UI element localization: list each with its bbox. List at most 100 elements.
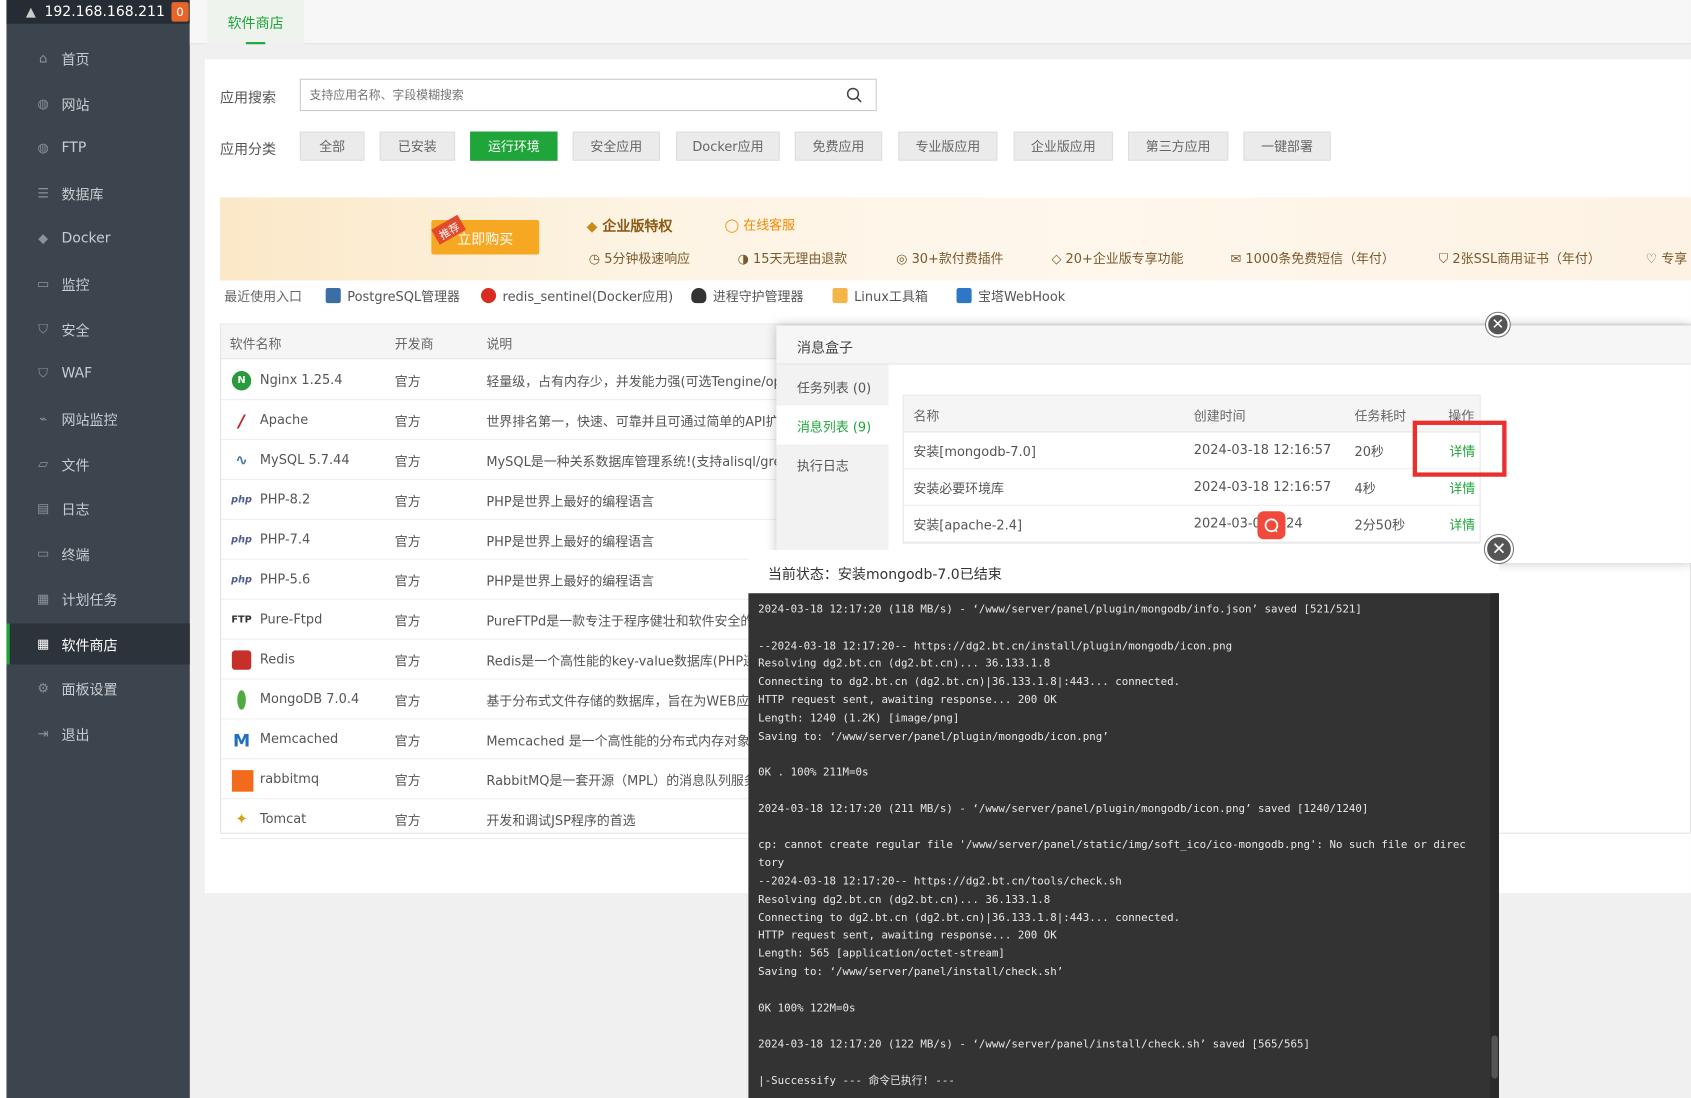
table-row[interactable]: M Memcached 官方 Memcached 是一个高性能的分布式内存对象缓存系统: [221, 719, 782, 760]
software-desc: 世界排名第一，快速、可靠并且可通过简单的API扩充: [486, 414, 778, 430]
mail-icon: ✉: [1230, 251, 1246, 267]
software-desc: 基于分布式文件存储的数据库，旨在为WEB应用提供: [486, 693, 778, 709]
search-bubble-icon[interactable]: [1257, 511, 1286, 540]
nav-logs[interactable]: ▤ 日志: [6, 488, 189, 529]
recent-webhook[interactable]: 宝塔WebHook: [956, 287, 1065, 305]
table-row[interactable]: php PHP-5.6 官方 PHP是世界上最好的编程语言: [221, 560, 782, 600]
nav-home[interactable]: ⌂ 首页: [6, 38, 189, 79]
software-name: Nginx 1.25.4: [259, 372, 343, 388]
nav-label: 退出: [61, 727, 90, 744]
tomcat-icon: ✦: [235, 811, 248, 829]
details-link[interactable]: 详情: [1449, 516, 1475, 534]
perk-text: 15天无理由退款: [753, 251, 848, 267]
category-pro[interactable]: 专业版应用: [898, 131, 998, 161]
tab-task-list[interactable]: 任务列表 (0): [776, 367, 888, 406]
table-row[interactable]: MongoDB 7.0.4 官方 基于分布式文件存储的数据库，旨在为WEB应用提供: [221, 680, 782, 720]
gear-icon: ⚙: [37, 680, 49, 696]
monitor-icon: ▭: [37, 276, 50, 292]
nav-cron[interactable]: ▦ 计划任务: [6, 578, 189, 619]
perk-item: ✉ 1000条免费短信（年付）: [1230, 249, 1394, 267]
category-installed[interactable]: 已安装: [379, 131, 456, 161]
nav-settings[interactable]: ⚙ 面板设置: [6, 668, 189, 709]
perk-text: 2张SSL商用证书（年付）: [1452, 251, 1601, 267]
calendar-icon: ▦: [37, 591, 50, 607]
close-icon[interactable]: ✕: [1484, 534, 1513, 564]
database-icon: ☰: [37, 185, 49, 201]
nav-label: 面板设置: [61, 682, 118, 699]
category-runtime[interactable]: 运行环境: [470, 131, 558, 161]
recent-text: 进程守护管理器: [712, 289, 804, 305]
server-header[interactable]: ▲ 192.168.168.211 0: [6, 0, 190, 24]
category-all[interactable]: 全部: [299, 131, 365, 161]
category-docker[interactable]: Docker应用: [676, 131, 780, 161]
table-row[interactable]: / Apache 官方 世界排名第一，快速、可靠并且可通过简单的API扩充: [221, 400, 782, 441]
recent-linux-tools[interactable]: Linux工具箱: [832, 287, 928, 305]
table-row[interactable]: ✦ Tomcat 官方 开发和调试JSP程序的首选: [221, 799, 782, 840]
search-label: 应用搜索: [219, 90, 277, 107]
nav-security[interactable]: ⛉ 安全: [6, 308, 189, 349]
server-icon: ▲: [25, 4, 36, 20]
nav-database[interactable]: ☰ 数据库: [6, 173, 189, 214]
chat-icon: ◯: [724, 217, 744, 233]
software-desc: Memcached 是一个高性能的分布式内存对象缓存系统: [486, 733, 778, 749]
diamond-icon: ◇: [1051, 251, 1066, 267]
log-status: 当前状态：安装mongodb-7.0已结束: [748, 550, 1499, 594]
heart-icon: ♡: [1645, 251, 1662, 267]
col-name: 软件名称: [229, 336, 282, 352]
recent-postgresql[interactable]: PostgreSQL管理器: [325, 287, 460, 305]
close-icon[interactable]: ✕: [1486, 312, 1510, 337]
nav-waf[interactable]: ⛉ WAF: [6, 353, 189, 394]
category-third-party[interactable]: 第三方应用: [1128, 131, 1229, 161]
recent-text: Linux工具箱: [854, 289, 928, 305]
nav-site-monitor[interactable]: ⌁ 网站监控: [6, 398, 189, 439]
table-row[interactable]: FTP Pure-Ftpd 官方 PureFTPd是一款专注于程序健壮和软件安全的免费…: [221, 600, 782, 640]
recent-redis-sentinel[interactable]: redis_sentinel(Docker应用): [480, 287, 673, 305]
table-row[interactable]: ∿ MySQL 5.7.44 官方 MySQL是一种关系数据库管理系统!(支持alis…: [221, 440, 782, 480]
search-input[interactable]: [300, 79, 819, 111]
search-icon[interactable]: [845, 86, 862, 103]
table-row[interactable]: php PHP-8.2 官方 PHP是世界上最好的编程语言: [221, 480, 782, 520]
software-name: Pure-Ftpd: [259, 611, 323, 627]
tab-message-list[interactable]: 消息列表 (9): [776, 405, 889, 445]
online-service-link[interactable]: ◯ 在线客服: [725, 216, 795, 234]
tools-icon: [832, 287, 848, 304]
nav-logout[interactable]: ⇥ 退出: [6, 713, 189, 754]
message-box-title: 消息盒子: [776, 325, 1691, 365]
home-icon: ⌂: [39, 50, 48, 66]
nav-monitor[interactable]: ▭ 监控: [6, 263, 189, 304]
recent-supervisor[interactable]: 进程守护管理器: [691, 287, 803, 305]
software-desc: 轻量级，占有内存少，并发能力强(可选Tengine/openresty): [486, 374, 777, 390]
col-developer: 开发商: [394, 336, 434, 352]
software-dev: 官方: [394, 454, 421, 470]
scrollbar-thumb[interactable]: [1491, 1035, 1498, 1079]
nav-files[interactable]: ▱ 文件: [6, 443, 189, 484]
table-row[interactable]: Redis 官方 Redis是一个高性能的key-value数据库(PHP连接Red…: [221, 640, 782, 680]
nav-label: 日志: [61, 502, 90, 519]
ssl-icon: ⛉: [1438, 251, 1453, 267]
tab-software-store[interactable]: 软件商店: [207, 0, 305, 45]
category-security[interactable]: 安全应用: [572, 131, 660, 161]
software-desc: 开发和调试JSP程序的首选: [486, 813, 636, 829]
category-enterprise[interactable]: 企业版应用: [1013, 131, 1113, 161]
nav-label: Docker: [61, 230, 111, 247]
software-dev: 官方: [394, 374, 421, 390]
table-row[interactable]: N Nginx 1.25.4 官方 轻量级，占有内存少，并发能力强(可选Tengine…: [221, 360, 782, 401]
nav-label: 首页: [61, 52, 90, 69]
nav-ftp[interactable]: ◍ FTP: [6, 127, 189, 168]
nav-software-store[interactable]: ▦ 软件商店: [6, 623, 190, 665]
table-row[interactable]: php PHP-7.4 官方 PHP是世界上最好的编程语言: [221, 520, 782, 560]
task-name: 安装[mongodb-7.0]: [913, 444, 1036, 460]
log-scrollbar[interactable]: [1490, 593, 1499, 1098]
nav-label: 网站监控: [61, 412, 118, 429]
nav-website[interactable]: ◍ 网站: [6, 83, 189, 124]
nav-docker[interactable]: ◆ Docker: [6, 218, 189, 259]
notification-badge[interactable]: 0: [171, 2, 189, 22]
category-free[interactable]: 免费应用: [794, 131, 883, 161]
details-link[interactable]: 详情: [1449, 479, 1475, 497]
table-row[interactable]: rabbitmq 官方 RabbitMQ是一套开源（MPL）的消息队列服务软件: [221, 759, 782, 800]
category-one-click[interactable]: 一键部署: [1243, 131, 1331, 161]
tab-exec-log[interactable]: 执行日志: [776, 444, 888, 483]
nav-terminal[interactable]: ▭ 终端: [6, 533, 189, 574]
anchor-icon: [956, 287, 972, 304]
search-box[interactable]: [299, 78, 877, 112]
